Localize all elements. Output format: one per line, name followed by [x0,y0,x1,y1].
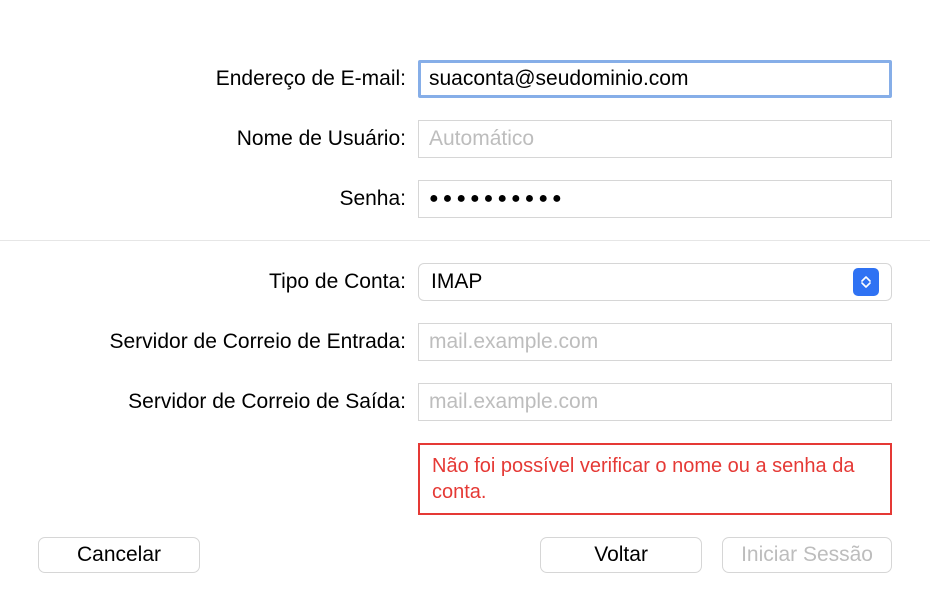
username-input[interactable] [418,120,892,158]
back-button[interactable]: Voltar [540,537,702,573]
error-message: Não foi possível verificar o nome ou a s… [418,443,892,515]
outgoing-server-label: Servidor de Correio de Saída: [38,390,418,414]
select-arrows-icon [853,268,879,296]
incoming-server-input[interactable] [418,323,892,361]
outgoing-server-input[interactable] [418,383,892,421]
account-type-value: IMAP [431,270,853,294]
username-label: Nome de Usuário: [38,127,418,151]
cancel-button[interactable]: Cancelar [38,537,200,573]
email-label: Endereço de E-mail: [38,67,418,91]
signin-button[interactable]: Iniciar Sessão [722,537,892,573]
password-label: Senha: [38,187,418,211]
incoming-server-label: Servidor de Correio de Entrada: [38,330,418,354]
account-type-label: Tipo de Conta: [38,270,418,294]
account-type-select[interactable]: IMAP [418,263,892,301]
section-divider [0,240,930,241]
email-input[interactable] [418,60,892,98]
password-input[interactable]: ●●●●●●●●●● [418,180,892,218]
